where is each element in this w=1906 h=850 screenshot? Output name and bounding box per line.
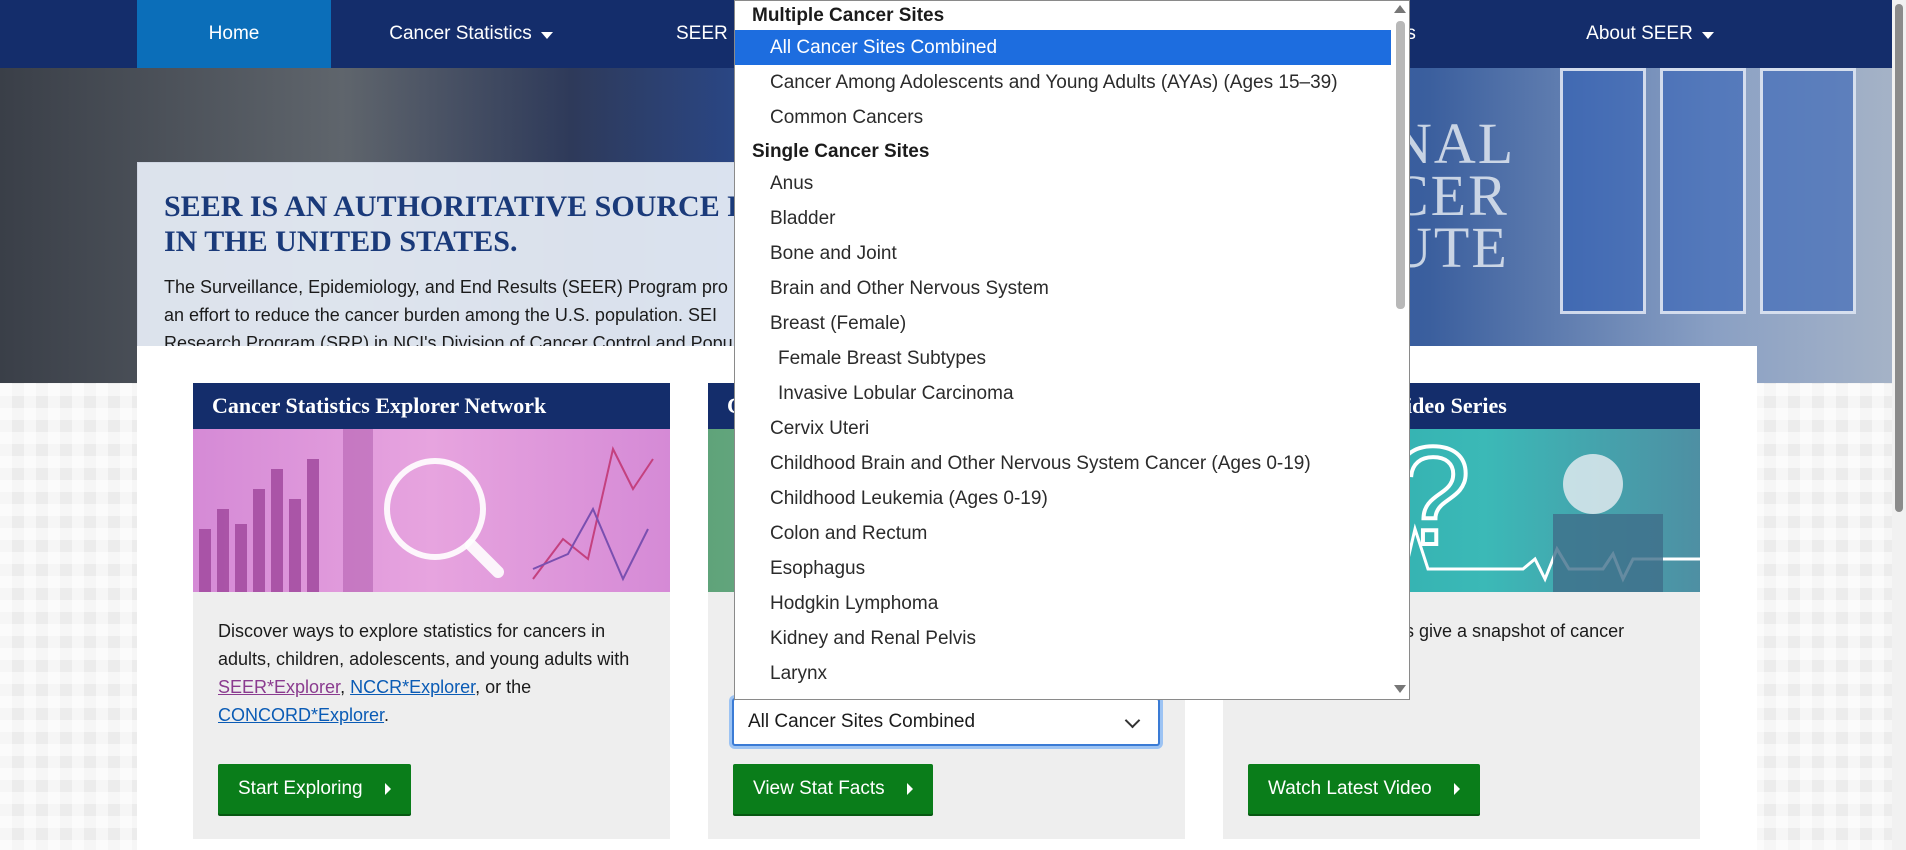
caret-down-icon [1701, 31, 1714, 39]
magnifier-chart-illustration [199, 429, 654, 592]
page-scroll-thumb[interactable] [1895, 4, 1903, 512]
nccr-explorer-link[interactable]: NCCR*Explorer [350, 677, 475, 697]
option-bladder[interactable]: Bladder [735, 201, 1391, 236]
seer-explorer-link[interactable]: SEER*Explorer [218, 677, 340, 697]
option-hodgkin-lymphoma[interactable]: Hodgkin Lymphoma [735, 586, 1391, 621]
arrow-right-icon [384, 783, 391, 795]
nav-item-label: Home [208, 23, 260, 44]
caret-down-icon [540, 31, 553, 39]
option-group-label: Single Cancer Sites [752, 141, 930, 162]
option-childhood-leukemia[interactable]: Childhood Leukemia (Ages 0-19) [735, 481, 1391, 516]
option-group-label: Multiple Cancer Sites [752, 5, 945, 26]
scroll-down-icon[interactable] [1394, 685, 1406, 693]
option-cervix-uteri[interactable]: Cervix Uteri [735, 411, 1391, 446]
option-childhood-brain[interactable]: Childhood Brain and Other Nervous System… [735, 446, 1391, 481]
option-breast-female[interactable]: Breast (Female) [735, 306, 1391, 341]
button-label: View Stat Facts [753, 778, 885, 799]
cancer-site-select[interactable]: All Cancer Sites Combined [732, 698, 1160, 746]
option-invasive-lobular[interactable]: Invasive Lobular Carcinoma [735, 376, 1391, 411]
start-exploring-button[interactable]: Start Exploring [218, 764, 411, 814]
button-label: Watch Latest Video [1268, 778, 1432, 799]
option-bone-joint[interactable]: Bone and Joint [735, 236, 1391, 271]
hero-window [1760, 68, 1856, 314]
nav-item-label: Cancer Statistics [389, 23, 532, 44]
option-brain-nervous[interactable]: Brain and Other Nervous System [735, 271, 1391, 306]
hero-title: SEER IS AN AUTHORITATIVE SOURCE FO IN TH… [164, 190, 769, 258]
page-scrollbar[interactable] [1892, 0, 1906, 850]
view-stat-facts-button[interactable]: View Stat Facts [733, 764, 933, 814]
arrow-right-icon [906, 783, 913, 795]
nav-item-cancer-statistics[interactable]: Cancer Statistics [331, 0, 611, 68]
explorer-image [193, 429, 670, 592]
hero-window [1560, 68, 1646, 314]
option-anus[interactable]: Anus [735, 166, 1391, 201]
hero-window [1660, 68, 1746, 314]
card-description: Discover ways to explore statistics for … [218, 621, 630, 725]
nav-item-home[interactable]: Home [137, 0, 331, 68]
nav-item-about-seer[interactable]: About SEER [1540, 0, 1760, 68]
option-aya-cancer[interactable]: Cancer Among Adolescents and Young Adult… [735, 65, 1391, 100]
dropdown-scroll-thumb[interactable] [1396, 21, 1405, 309]
dropdown-scrollbar[interactable] [1391, 1, 1409, 699]
option-all-cancer-sites[interactable]: All Cancer Sites Combined [735, 30, 1391, 65]
cancer-site-dropdown-list[interactable]: Multiple Cancer Sites All Cancer Sites C… [734, 0, 1410, 700]
arrow-right-icon [1453, 783, 1460, 795]
hero-description: The Surveillance, Epidemiology, and End … [164, 277, 733, 353]
option-esophagus[interactable]: Esophagus [735, 551, 1391, 586]
scroll-up-icon[interactable] [1394, 5, 1406, 13]
option-larynx[interactable]: Larynx [735, 656, 1391, 691]
card-title: Cancer Statistics Explorer Network [193, 383, 670, 429]
nav-item-label: About SEER [1586, 23, 1693, 44]
button-label: Start Exploring [238, 778, 363, 799]
select-value: All Cancer Sites Combined [748, 711, 976, 732]
card-description: os give a snapshot of cancer [1395, 621, 1625, 641]
option-common-cancers[interactable]: Common Cancers [735, 100, 1391, 135]
option-female-breast-subtypes[interactable]: Female Breast Subtypes [735, 341, 1391, 376]
option-colon-rectum[interactable]: Colon and Rectum [735, 516, 1391, 551]
watch-latest-video-button[interactable]: Watch Latest Video [1248, 764, 1480, 814]
option-kidney-renal[interactable]: Kidney and Renal Pelvis [735, 621, 1391, 656]
concord-explorer-link[interactable]: CONCORD*Explorer [218, 705, 384, 725]
chevron-down-icon [1124, 712, 1141, 729]
